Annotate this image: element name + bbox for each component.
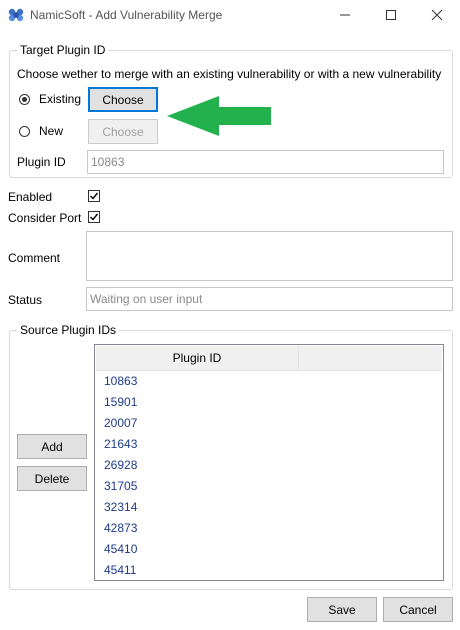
checkmark-icon — [90, 192, 99, 200]
table-row[interactable]: 32314 — [96, 497, 442, 518]
merge-instruction: Choose wether to merge with an existing … — [17, 67, 442, 81]
table-row[interactable]: 31705 — [96, 476, 442, 497]
table-row[interactable]: 15901 — [96, 392, 442, 413]
source-plugin-grid[interactable]: Plugin ID 10863 15901 20007 21643 26928 … — [94, 344, 444, 581]
add-button[interactable]: Add — [17, 434, 87, 459]
delete-button[interactable]: Delete — [17, 466, 87, 491]
title-bar: NamicSoft - Add Vulnerability Merge — [0, 0, 460, 30]
status-field: Waiting on user input — [86, 287, 453, 311]
minimize-icon — [340, 14, 350, 16]
comment-label: Comment — [8, 251, 61, 265]
status-label: Status — [8, 293, 43, 307]
source-plugin-legend: Source Plugin IDs — [17, 323, 120, 337]
save-button[interactable]: Save — [307, 597, 377, 622]
minimize-button[interactable] — [322, 0, 368, 30]
cancel-button[interactable]: Cancel — [383, 597, 453, 622]
maximize-icon — [386, 10, 396, 20]
close-icon — [431, 9, 443, 21]
comment-field[interactable] — [86, 231, 453, 281]
enabled-label: Enabled — [8, 190, 53, 204]
green-arrow-left-icon — [167, 96, 271, 136]
existing-label: Existing — [39, 92, 82, 106]
maximize-button[interactable] — [368, 0, 414, 30]
checkmark-icon — [90, 213, 99, 221]
choose-new-button[interactable]: Choose — [88, 119, 158, 144]
choose-existing-button[interactable]: Choose — [88, 87, 158, 112]
grid-rows: 10863 15901 20007 21643 26928 31705 3231… — [96, 371, 442, 581]
table-row[interactable]: 45410 — [96, 539, 442, 560]
existing-radio[interactable] — [19, 94, 30, 105]
new-radio[interactable] — [19, 126, 30, 137]
plugin-id-field[interactable]: 10863 — [87, 150, 444, 174]
new-label: New — [39, 124, 64, 138]
plugin-id-label: Plugin ID — [17, 155, 66, 169]
column-header-plugin-id[interactable]: Plugin ID — [96, 346, 299, 370]
table-row[interactable]: 20007 — [96, 413, 442, 434]
close-button[interactable] — [414, 0, 460, 30]
enabled-checkbox[interactable] — [88, 190, 100, 202]
window-title: NamicSoft - Add Vulnerability Merge — [30, 8, 223, 22]
table-row[interactable]: 10863 — [96, 371, 442, 392]
grid-header: Plugin ID — [96, 346, 442, 371]
consider-port-label: Consider Port — [8, 211, 82, 225]
table-row[interactable]: 45411 — [96, 560, 442, 581]
target-plugin-legend: Target Plugin ID — [17, 43, 109, 57]
table-row[interactable]: 21643 — [96, 434, 442, 455]
consider-port-checkbox[interactable] — [88, 211, 100, 223]
app-logo-icon — [8, 8, 24, 22]
table-row[interactable]: 42873 — [96, 518, 442, 539]
table-row[interactable]: 26928 — [96, 455, 442, 476]
